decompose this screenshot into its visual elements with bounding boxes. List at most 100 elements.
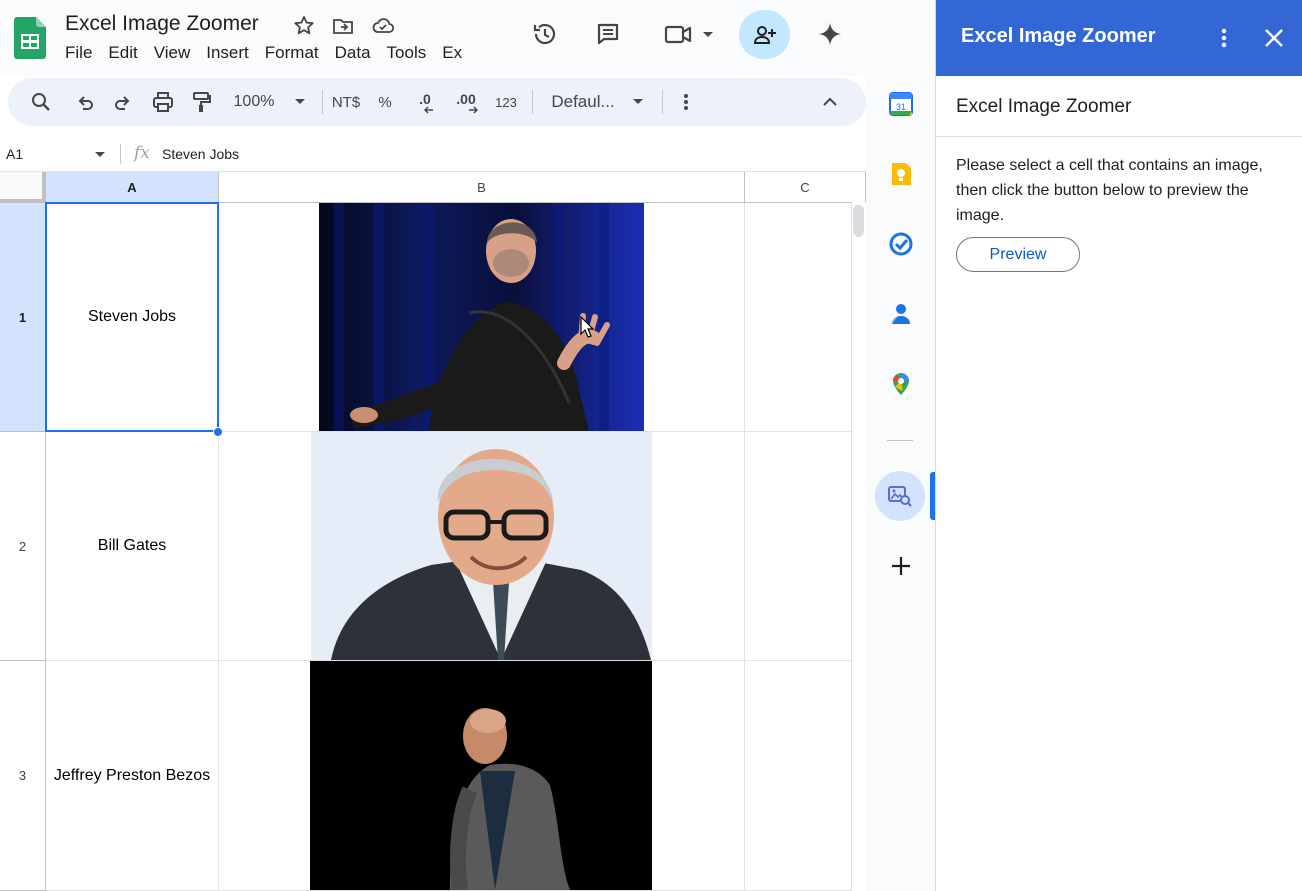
redo-icon xyxy=(115,96,130,110)
zoom-dropdown-arrow[interactable] xyxy=(290,78,310,126)
search-menus-button[interactable] xyxy=(26,78,56,126)
toolbar-divider xyxy=(662,90,663,114)
panel-subtitle: Excel Image Zoomer xyxy=(956,96,1132,117)
row-header-2[interactable]: 2 xyxy=(0,432,46,661)
menu-tools[interactable]: Tools xyxy=(379,43,435,65)
portrait-photo-steve-jobs[interactable] xyxy=(319,203,644,431)
dropdown-arrow-icon xyxy=(295,99,305,104)
cloud-saved-icon[interactable] xyxy=(371,14,395,38)
column-header-b[interactable]: B xyxy=(219,172,745,203)
portrait-photo-jeff-bezos[interactable] xyxy=(310,661,652,890)
addon-side-panel: Excel Image Zoomer Excel Image Zoomer Pl… xyxy=(935,0,1302,891)
share-button[interactable] xyxy=(739,10,790,59)
arrow-right-icon xyxy=(469,106,478,114)
formula-divider xyxy=(120,144,121,164)
formula-input[interactable]: Steven Jobs xyxy=(162,146,239,162)
panel-close-button[interactable] xyxy=(1260,24,1288,52)
image-search-icon xyxy=(888,486,912,507)
cell-c3[interactable] xyxy=(745,661,852,891)
panel-divider xyxy=(936,136,1302,137)
image-zoomer-addon-button[interactable] xyxy=(875,471,925,521)
comments-button[interactable] xyxy=(588,14,628,54)
toolbar-divider xyxy=(322,90,323,114)
formula-bar: A1 fx Steven Jobs xyxy=(0,136,866,172)
portrait-photo-bill-gates[interactable] xyxy=(311,432,652,660)
gemini-button[interactable] xyxy=(810,14,850,54)
fx-icon: fx xyxy=(134,143,150,163)
cell-c2[interactable] xyxy=(745,432,852,661)
currency-format-button[interactable]: NT$ xyxy=(328,78,364,126)
get-addons-button[interactable] xyxy=(886,551,916,581)
dropdown-arrow-icon xyxy=(633,99,643,104)
calendar-day-label: 31 xyxy=(896,102,906,112)
fill-handle[interactable] xyxy=(213,427,223,437)
font-dropdown-arrow[interactable] xyxy=(628,78,648,126)
tasks-icon xyxy=(889,232,913,256)
selected-cell-border xyxy=(45,202,219,432)
zoom-select[interactable]: 100% xyxy=(228,78,280,126)
star-icon[interactable] xyxy=(292,14,316,38)
sheets-app: Excel Image Zoomer File Edit View Insert… xyxy=(0,0,1302,891)
document-title[interactable]: Excel Image Zoomer xyxy=(65,12,259,36)
increase-decimal-button[interactable]: .00 xyxy=(450,78,482,126)
more-options-button[interactable] xyxy=(676,78,696,126)
keep-icon xyxy=(892,163,911,185)
menu-data[interactable]: Data xyxy=(327,43,379,65)
menu-edit[interactable]: Edit xyxy=(100,43,145,65)
percent-format-button[interactable]: % xyxy=(374,78,396,126)
paint-format-icon xyxy=(193,92,211,112)
font-select[interactable]: Defaul... xyxy=(546,78,620,126)
move-folder-icon[interactable] xyxy=(331,14,355,38)
close-icon xyxy=(1265,29,1283,47)
menu-view[interactable]: View xyxy=(146,43,199,65)
keep-app-button[interactable] xyxy=(886,159,916,189)
menu-file[interactable]: File xyxy=(57,43,100,65)
search-icon xyxy=(32,93,50,111)
print-button[interactable] xyxy=(148,78,178,126)
menu-insert[interactable]: Insert xyxy=(198,43,257,65)
select-all-corner[interactable] xyxy=(0,172,46,203)
version-history-button[interactable] xyxy=(525,14,565,54)
more-formats-button[interactable]: 123 xyxy=(490,78,522,126)
preview-button[interactable]: Preview xyxy=(956,237,1080,272)
menu-format[interactable]: Format xyxy=(257,43,327,65)
more-vert-icon xyxy=(1221,28,1227,48)
cell-a2[interactable]: Bill Gates xyxy=(46,432,219,661)
contacts-app-button[interactable] xyxy=(886,299,916,329)
name-box-dropdown-icon[interactable] xyxy=(94,151,106,159)
row-header-1[interactable]: 1 xyxy=(0,203,46,432)
vertical-scrollbar[interactable] xyxy=(852,202,866,891)
redo-button[interactable] xyxy=(108,78,138,126)
tasks-app-button[interactable] xyxy=(886,229,916,259)
undo-icon xyxy=(78,96,93,110)
panel-header-title: Excel Image Zoomer xyxy=(961,25,1156,47)
scrollbar-thumb[interactable] xyxy=(853,205,864,237)
rail-divider xyxy=(887,440,913,441)
decrease-decimal-button[interactable]: .0 xyxy=(410,78,440,126)
maps-app-button[interactable] xyxy=(886,369,916,399)
sparkle-icon xyxy=(819,23,841,45)
collapse-menus-button[interactable] xyxy=(816,78,844,126)
undo-button[interactable] xyxy=(70,78,100,126)
comment-icon xyxy=(597,23,619,45)
column-header-a[interactable]: A xyxy=(46,172,219,203)
cell-a3[interactable]: Jeffrey Preston Bezos xyxy=(46,661,219,891)
name-box[interactable]: A1 xyxy=(6,146,23,162)
column-header-c[interactable]: C xyxy=(745,172,866,203)
panel-more-button[interactable] xyxy=(1212,24,1236,52)
sheets-logo-icon[interactable] xyxy=(14,17,46,59)
paint-format-button[interactable] xyxy=(186,78,216,126)
menu-extensions[interactable]: Ex xyxy=(434,43,470,65)
calendar-app-button[interactable]: 31 xyxy=(886,89,916,119)
toolbar-divider xyxy=(532,90,533,114)
calendar-icon: 31 xyxy=(889,92,913,116)
cell-c1[interactable] xyxy=(745,203,852,432)
meet-button[interactable] xyxy=(658,14,718,54)
chevron-up-icon xyxy=(823,97,837,106)
plus-icon xyxy=(892,557,910,575)
more-vert-icon xyxy=(684,94,688,110)
contacts-icon xyxy=(892,304,910,324)
video-camera-icon xyxy=(664,25,713,44)
row-header-3[interactable]: 3 xyxy=(0,661,46,891)
maps-pin-icon xyxy=(893,373,909,395)
